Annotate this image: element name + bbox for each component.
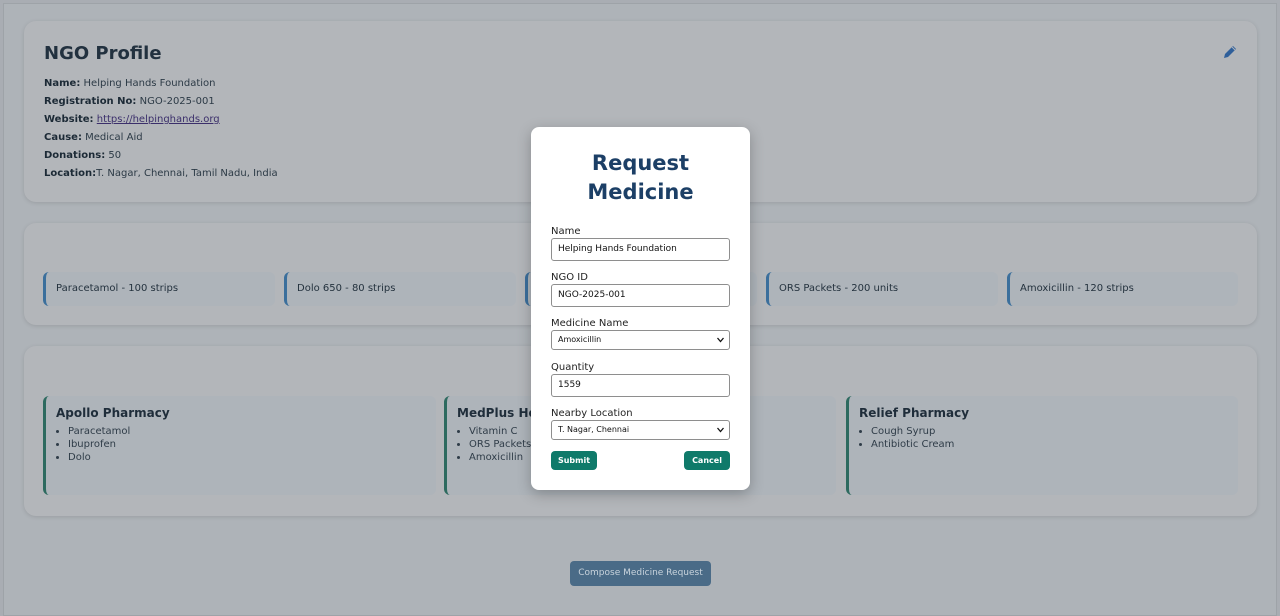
nearby-location-label: Nearby Location — [551, 408, 633, 419]
request-medicine-modal: Request Medicine Name Helping Hands Foun… — [531, 127, 750, 490]
pharmacy-card: Apollo Pharmacy Paracetamol Ibuprofen Do… — [43, 396, 436, 495]
profile-registration-row: Registration No: NGO-2025-001 — [44, 96, 215, 107]
list-item: Cough Syrup — [871, 425, 1238, 438]
pharmacy-name: Relief Pharmacy — [859, 406, 970, 420]
list-item: Antibiotic Cream — [871, 438, 1238, 451]
profile-info: Name: Helping Hands Foundation Registrat… — [44, 75, 278, 183]
profile-website-row: Website: https://helpinghands.org — [44, 114, 220, 125]
pharmacy-medicine-list: Paracetamol Ibuprofen Dolo — [56, 425, 436, 464]
submit-button[interactable]: Submit — [551, 451, 597, 470]
quantity-input[interactable]: 1559 — [551, 374, 730, 397]
modal-title: Request Medicine — [587, 151, 694, 204]
pharmacy-card: Relief Pharmacy Cough Syrup Antibiotic C… — [846, 396, 1238, 495]
profile-name-row: Name: Helping Hands Foundation — [44, 78, 216, 89]
list-item: Dolo — [68, 451, 436, 464]
quantity-label: Quantity — [551, 362, 595, 373]
medicine-name-label: Medicine Name — [551, 318, 629, 329]
profile-location-row: Location:T. Nagar, Chennai, Tamil Nadu, … — [44, 168, 278, 179]
list-item: Paracetamol — [68, 425, 436, 438]
pharmacy-medicine-list: Cough Syrup Antibiotic Cream — [859, 425, 1238, 451]
chevron-down-icon — [717, 427, 724, 433]
stock-item: Dolo 650 - 80 strips — [284, 272, 516, 306]
ngo-id-input[interactable]: NGO-2025-001 — [551, 284, 730, 307]
profile-donations-row: Donations: 50 — [44, 150, 122, 161]
cancel-button[interactable]: Cancel — [684, 451, 730, 470]
medicine-name-select[interactable]: Amoxicillin — [551, 330, 730, 350]
stock-item: Amoxicillin - 120 strips — [1007, 272, 1238, 306]
website-link[interactable]: https://helpinghands.org — [97, 114, 220, 125]
name-label: Name — [551, 226, 581, 237]
stock-item: ORS Packets - 200 units — [766, 272, 998, 306]
ngo-id-label: NGO ID — [551, 272, 588, 283]
list-item: Ibuprofen — [68, 438, 436, 451]
nearby-location-select[interactable]: T. Nagar, Chennai — [551, 420, 730, 440]
profile-cause-row: Cause: Medical Aid — [44, 132, 143, 143]
chevron-down-icon — [717, 337, 724, 343]
name-input[interactable]: Helping Hands Foundation — [551, 238, 730, 261]
pharmacy-name: Apollo Pharmacy — [56, 406, 170, 420]
pencil-icon[interactable] — [1222, 44, 1238, 60]
compose-medicine-request-button[interactable]: Compose Medicine Request — [570, 561, 711, 586]
stock-item: Paracetamol - 100 strips — [43, 272, 275, 306]
profile-title: NGO Profile — [44, 43, 162, 64]
